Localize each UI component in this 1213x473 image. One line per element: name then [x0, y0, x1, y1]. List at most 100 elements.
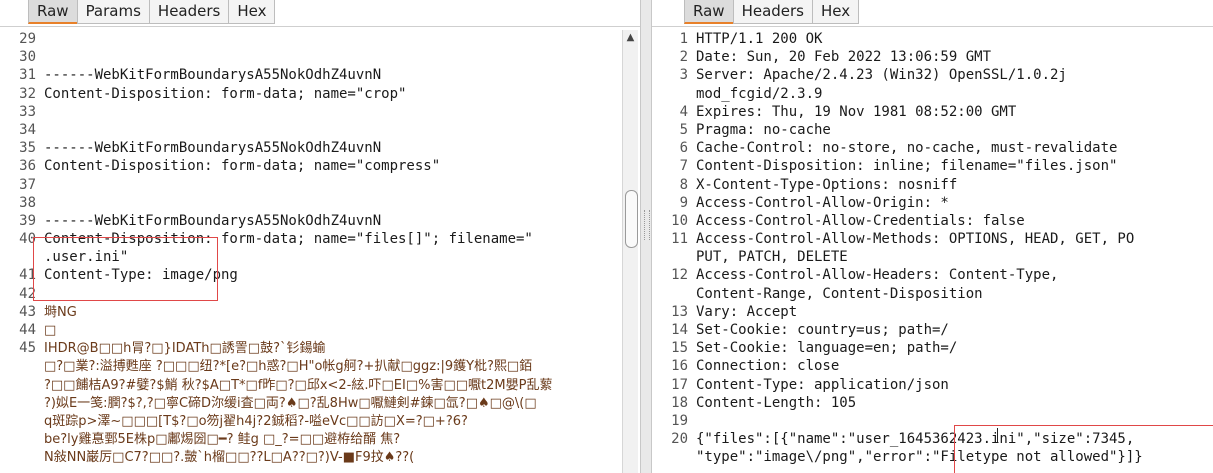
editor-line: N敍NN巌厉□C7?□□?.皼`h榴□□??L□A??□?)V-■F9抆♠??(	[10, 448, 622, 466]
line-text: ------WebKitFormBoundarysA55NokOdhZ4uvnN	[44, 140, 382, 157]
line-text: Access-Control-Allow-Origin: *	[696, 194, 949, 211]
request-tab-headers[interactable]: Headers	[148, 0, 230, 24]
editor-line: 11 Access-Control-Allow-Methods: OPTIONS,…	[662, 230, 1213, 248]
editor-line: 32 Content-Disposition: form-data; name="…	[10, 85, 622, 103]
line-number: 37	[19, 176, 36, 193]
editor-line: 39 ------WebKitFormBoundarysA55NokOdhZ4uv…	[10, 212, 622, 230]
line-number: 34	[19, 121, 36, 138]
editor-line: 6 Cache-Control: no-store, no-cache, must…	[662, 139, 1213, 157]
line-text: Content-Type: image/png	[44, 267, 238, 284]
line-text: ------WebKitFormBoundarysA55NokOdhZ4uvnN	[44, 67, 382, 84]
editor-line: mod_fcgid/2.3.9	[662, 85, 1213, 103]
line-number: 10	[671, 212, 688, 229]
line-text: Server: Apache/2.4.23 (Win32) OpenSSL/1.…	[696, 67, 1067, 84]
editor-line: 29	[10, 30, 622, 48]
editor-line: 45 IHDR@B□□h冐?□}IDATh□誘詈□鼓?`钐鍚蝓	[10, 339, 622, 357]
line-text: Content-Disposition: inline; filename="f…	[696, 158, 1118, 175]
pane-divider[interactable]	[640, 0, 652, 473]
line-text: 塒NG	[44, 304, 77, 320]
line-text: be?ly雞惪鄄5E株p□鄘焬圀□━? 鲑g □_?=□□避栫给醑 焦?	[44, 432, 401, 448]
line-text: Set-Cookie: language=en; path=/	[696, 340, 958, 357]
line-text: Content-Length: 105	[696, 394, 857, 411]
line-number: 14	[671, 322, 688, 338]
line-number: 13	[671, 303, 688, 320]
request-tab-raw[interactable]: Raw	[28, 0, 78, 24]
line-number: 41	[19, 267, 36, 284]
line-number: 36	[19, 158, 36, 175]
line-text: Vary: Accept	[696, 303, 798, 320]
line-number: 39	[19, 212, 36, 229]
response-tab-bar: Raw Headers Hex	[652, 0, 860, 26]
line-text: PUT, PATCH, DELETE	[696, 249, 848, 266]
editor-line: 35 ------WebKitFormBoundarysA55NokOdhZ4uv…	[10, 139, 622, 157]
editor-line: 41 Content-Type: image/png	[10, 266, 622, 284]
line-number: 33	[19, 103, 36, 120]
editor-line: 12 Access-Control-Allow-Headers: Content-…	[662, 266, 1213, 284]
editor-line: 42	[10, 285, 622, 303]
editor-line: 38	[10, 194, 622, 212]
line-number: 12	[671, 267, 688, 284]
line-number: 4	[679, 103, 688, 120]
scroll-up-icon[interactable]: ▲	[623, 30, 638, 46]
line-number: 32	[19, 85, 36, 102]
line-number: 1	[679, 31, 688, 47]
text-cursor	[997, 428, 998, 442]
editor-line: 2 Date: Sun, 20 Feb 2022 13:06:59 GMT	[662, 48, 1213, 66]
line-text: Access-Control-Allow-Headers: Content-Ty…	[696, 267, 1059, 284]
editor-line: q斑踪p>澤~□□□[T$?□o笏j翟h4j?2鋮稻?-嗌eVc□□訪□X=?□…	[10, 412, 622, 430]
editor-line: 16 Connection: close	[662, 357, 1213, 375]
line-number: 17	[671, 376, 688, 393]
line-text: Expires: Thu, 19 Nov 1981 08:52:00 GMT	[696, 103, 1017, 120]
line-text: Date: Sun, 20 Feb 2022 13:06:59 GMT	[696, 49, 992, 66]
request-tab-bar: Raw Params Headers Hex	[0, 0, 276, 26]
line-number: 42	[19, 285, 36, 302]
editor-line: 30	[10, 48, 622, 66]
response-tab-headers[interactable]: Headers	[732, 0, 813, 24]
line-number: 3	[679, 67, 688, 84]
request-pane: Raw Params Headers Hex 29 30 31 ------WebKitFo…	[0, 0, 640, 473]
scrollbar-thumb[interactable]	[625, 190, 638, 248]
editor-line: 20 {"files":[{"name":"user_1645362423.ini…	[662, 430, 1213, 448]
editor-line: 40 Content-Disposition: form-data; name="…	[10, 230, 622, 248]
line-number: 8	[679, 176, 688, 193]
line-number: 30	[19, 49, 36, 66]
editor-line: 8 X-Content-Type-Options: nosniff	[662, 176, 1213, 194]
line-text: Content-Disposition: form-data; name="co…	[44, 158, 441, 175]
request-scrollbar[interactable]: ▲	[622, 30, 638, 473]
line-text: ------WebKitFormBoundarysA55NokOdhZ4uvnN	[44, 212, 382, 229]
editor-line: 7 Content-Disposition: inline; filename="…	[662, 157, 1213, 175]
line-text: IHDR@B□□h冐?□}IDATh□誘詈□鼓?`钐鍚蝓	[44, 341, 326, 357]
line-text: ?□□餔桔A9?#嬖?$鮹 秋?$A□T*□f昨□?□邱x<2-絃.吓□EI□%…	[44, 377, 553, 393]
line-number: 16	[671, 358, 688, 375]
editor-line: 17 Content-Type: application/json	[662, 376, 1213, 394]
line-number: 18	[671, 394, 688, 411]
editor-line: ?)姒E一笺:膶?$?,?□寧C碲D沵缓i査□両?♠□?乱8Hw□嚈鰱剣#鍊□氙…	[10, 394, 622, 412]
editor-line: Content-Range, Content-Disposition	[662, 285, 1213, 303]
request-editor[interactable]: 29 30 31 ------WebKitFormBoundarysA55NokOdh…	[10, 30, 622, 473]
line-text: Pragma: no-cache	[696, 121, 831, 138]
line-number: 9	[679, 194, 688, 211]
editor-line: 36 Content-Disposition: form-data; name="…	[10, 157, 622, 175]
line-number: 45	[19, 340, 36, 357]
request-tab-hex[interactable]: Hex	[228, 0, 276, 24]
line-text: q斑踪p>澤~□□□[T$?□o笏j翟h4j?2鋮稻?-嗌eVc□□訪□X=?□…	[44, 413, 468, 429]
line-text: ?)姒E一笺:膶?$?,?□寧C碲D沵缓i査□両?♠□?乱8Hw□嚈鰱剣#鍊□氙…	[44, 395, 537, 411]
editor-line: PUT, PATCH, DELETE	[662, 248, 1213, 266]
line-text: {"files":[{"name":"user_1645362423.ini",…	[696, 431, 1135, 448]
response-tab-raw[interactable]: Raw	[684, 0, 734, 24]
editor-line: 13 Vary: Accept	[662, 303, 1213, 321]
line-text: X-Content-Type-Options: nosniff	[696, 176, 958, 193]
line-text: Content-Range, Content-Disposition	[696, 285, 983, 302]
editor-line: be?ly雞惪鄄5E株p□鄘焬圀□━? 鲑g □_?=□□避栫给醑 焦?	[10, 430, 622, 448]
line-number: 43	[19, 303, 36, 320]
editor-line: 31 ------WebKitFormBoundarysA55NokOdhZ4uv…	[10, 66, 622, 84]
response-tab-hex[interactable]: Hex	[812, 0, 860, 24]
response-editor[interactable]: 1 HTTP/1.1 200 OK 2 Date: Sun, 20 Feb 2022 …	[662, 30, 1213, 473]
editor-line: "type":"image\/png","error":"Filetype no…	[662, 448, 1213, 466]
line-number: 29	[19, 31, 36, 47]
request-tab-params[interactable]: Params	[76, 0, 150, 24]
line-text: HTTP/1.1 200 OK	[696, 31, 823, 47]
line-text: Cache-Control: no-store, no-cache, must-…	[696, 140, 1118, 157]
line-text: "type":"image\/png","error":"Filetype no…	[696, 449, 1143, 466]
line-text: Access-Control-Allow-Methods: OPTIONS, H…	[696, 231, 1135, 248]
